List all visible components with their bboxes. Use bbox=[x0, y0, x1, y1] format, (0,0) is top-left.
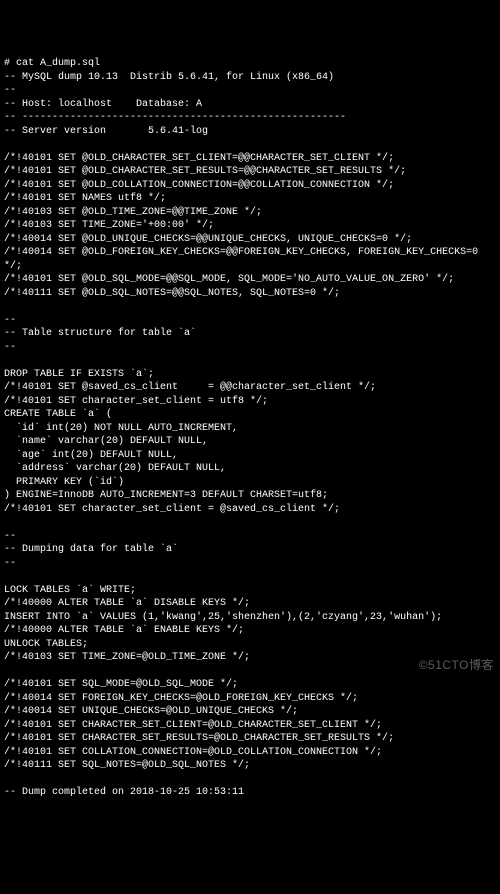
terminal-line: -- Server version 5.6.41-log bbox=[4, 125, 496, 139]
terminal-line: -- Dumping data for table `a` bbox=[4, 543, 496, 557]
terminal-line: /*!40014 SET UNIQUE_CHECKS=@OLD_UNIQUE_C… bbox=[4, 705, 496, 719]
terminal-line: /*!40101 SET CHARACTER_SET_RESULTS=@OLD_… bbox=[4, 732, 496, 746]
terminal-line: -- bbox=[4, 557, 496, 571]
terminal-line: PRIMARY KEY (`id`) bbox=[4, 476, 496, 490]
terminal-line: -- Dump completed on 2018-10-25 10:53:11 bbox=[4, 786, 496, 800]
terminal-line: -- bbox=[4, 530, 496, 544]
terminal-line: `age` int(20) DEFAULT NULL, bbox=[4, 449, 496, 463]
terminal-line: `address` varchar(20) DEFAULT NULL, bbox=[4, 462, 496, 476]
terminal-line: /*!40101 SET @OLD_CHARACTER_SET_CLIENT=@… bbox=[4, 152, 496, 166]
terminal-line: /*!40111 SET @OLD_SQL_NOTES=@@SQL_NOTES,… bbox=[4, 287, 496, 301]
terminal-line: -- bbox=[4, 341, 496, 355]
terminal-line: /*!40103 SET TIME_ZONE='+00:00' */; bbox=[4, 219, 496, 233]
terminal-line: -- bbox=[4, 314, 496, 328]
terminal-line: /*!40000 ALTER TABLE `a` ENABLE KEYS */; bbox=[4, 624, 496, 638]
terminal-line: -- MySQL dump 10.13 Distrib 5.6.41, for … bbox=[4, 71, 496, 85]
terminal-line bbox=[4, 300, 496, 314]
terminal-line: /*!40101 SET character_set_client = @sav… bbox=[4, 503, 496, 517]
terminal-line: DROP TABLE IF EXISTS `a`; bbox=[4, 368, 496, 382]
terminal-line bbox=[4, 516, 496, 530]
terminal-line: CREATE TABLE `a` ( bbox=[4, 408, 496, 422]
terminal-line: UNLOCK TABLES; bbox=[4, 638, 496, 652]
terminal-line bbox=[4, 773, 496, 787]
terminal-line: /*!40101 SET @OLD_SQL_MODE=@@SQL_MODE, S… bbox=[4, 273, 496, 287]
terminal-line: /*!40014 SET @OLD_UNIQUE_CHECKS=@@UNIQUE… bbox=[4, 233, 496, 247]
terminal-line: /*!40101 SET @saved_cs_client = @@charac… bbox=[4, 381, 496, 395]
terminal-line: /*!40014 SET @OLD_FOREIGN_KEY_CHECKS=@@F… bbox=[4, 246, 496, 273]
terminal-line: `id` int(20) NOT NULL AUTO_INCREMENT, bbox=[4, 422, 496, 436]
terminal-line: -- Table structure for table `a` bbox=[4, 327, 496, 341]
terminal-line: INSERT INTO `a` VALUES (1,'kwang',25,'sh… bbox=[4, 611, 496, 625]
terminal-line: /*!40101 SET SQL_MODE=@OLD_SQL_MODE */; bbox=[4, 678, 496, 692]
terminal-line: /*!40103 SET @OLD_TIME_ZONE=@@TIME_ZONE … bbox=[4, 206, 496, 220]
terminal-line: /*!40101 SET NAMES utf8 */; bbox=[4, 192, 496, 206]
terminal-line: # cat A_dump.sql bbox=[4, 57, 496, 71]
terminal-output: # cat A_dump.sql-- MySQL dump 10.13 Dist… bbox=[4, 57, 496, 800]
terminal-line: LOCK TABLES `a` WRITE; bbox=[4, 584, 496, 598]
terminal-line bbox=[4, 138, 496, 152]
terminal-line: -- Host: localhost Database: A bbox=[4, 98, 496, 112]
terminal-line bbox=[4, 570, 496, 584]
terminal-line: /*!40000 ALTER TABLE `a` DISABLE KEYS */… bbox=[4, 597, 496, 611]
terminal-line: -- -------------------------------------… bbox=[4, 111, 496, 125]
terminal-line: /*!40101 SET @OLD_CHARACTER_SET_RESULTS=… bbox=[4, 165, 496, 179]
terminal-line: ) ENGINE=InnoDB AUTO_INCREMENT=3 DEFAULT… bbox=[4, 489, 496, 503]
terminal-line bbox=[4, 354, 496, 368]
terminal-line: /*!40101 SET COLLATION_CONNECTION=@OLD_C… bbox=[4, 746, 496, 760]
watermark-label: ©51CTO博客 bbox=[419, 657, 494, 673]
terminal-line: /*!40101 SET @OLD_COLLATION_CONNECTION=@… bbox=[4, 179, 496, 193]
terminal-line: /*!40014 SET FOREIGN_KEY_CHECKS=@OLD_FOR… bbox=[4, 692, 496, 706]
terminal-line: /*!40101 SET character_set_client = utf8… bbox=[4, 395, 496, 409]
terminal-line: -- bbox=[4, 84, 496, 98]
terminal-line: `name` varchar(20) DEFAULT NULL, bbox=[4, 435, 496, 449]
terminal-line: /*!40101 SET CHARACTER_SET_CLIENT=@OLD_C… bbox=[4, 719, 496, 733]
terminal-line: /*!40111 SET SQL_NOTES=@OLD_SQL_NOTES */… bbox=[4, 759, 496, 773]
